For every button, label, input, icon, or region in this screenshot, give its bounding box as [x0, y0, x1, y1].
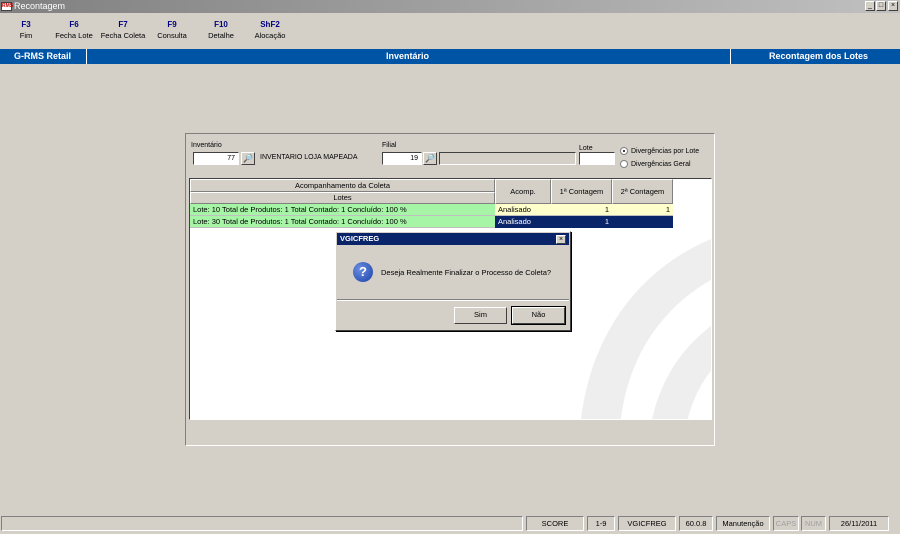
dialog-close-icon[interactable]: × [556, 235, 566, 244]
inventario-label: Inventário [191, 142, 222, 149]
status-program: VGICFREG [618, 516, 676, 531]
table-row-lote[interactable]: Lote: 10 Total de Produtos: 1 Total Cont… [190, 204, 495, 216]
dialog-message: Deseja Realmente Finalizar o Processo de… [381, 268, 552, 277]
table-row-c1[interactable]: 1 [551, 216, 612, 228]
app-icon: RMS [1, 2, 14, 11]
function-key-toolbar: F3 Fim F6 Fecha Lote F7 Fecha Coleta F9 … [0, 16, 900, 46]
toolbar-label: Fecha Lote [55, 31, 93, 40]
radio-divergencias-por-lote[interactable]: Divergências por Lote [620, 147, 699, 155]
dialog-title-bar: VGICFREG × [337, 233, 569, 245]
header-divider [730, 49, 731, 64]
status-message [1, 516, 523, 531]
col-header-1-contagem[interactable]: 1ª Contagem [551, 179, 612, 204]
question-icon: ? [353, 262, 373, 282]
toolbar-detalhe[interactable]: F10 Detalhe [202, 20, 240, 40]
toolbar-label: Alocação [254, 31, 286, 40]
toolbar-label: Fecha Coleta [100, 31, 146, 40]
toolbar-fim[interactable]: F3 Fim [14, 20, 38, 40]
toolbar-alocacao[interactable]: ShF2 Alocação [251, 20, 289, 40]
toolbar-fecha-lote[interactable]: F6 Fecha Lote [51, 20, 97, 40]
col-header-2-contagem[interactable]: 2ª Contagem [612, 179, 673, 204]
binoculars-icon[interactable]: 🔎 [241, 152, 255, 165]
grid-group-header: Acompanhamento da Coleta [190, 179, 495, 192]
binoculars-icon[interactable]: 🔎 [423, 152, 437, 165]
filial-field[interactable]: 19 [382, 152, 422, 165]
header-divider [86, 49, 87, 64]
toolbar-label: Consulta [157, 31, 187, 40]
status-version: 60.0.8 [679, 516, 713, 531]
toolbar-key: F10 [214, 20, 228, 29]
module-header: G-RMS Retail Inventário Recontagem dos L… [0, 49, 900, 64]
title-bar: RMS Recontagem _ □ × [0, 0, 900, 13]
lote-field[interactable] [579, 152, 615, 165]
table-row-c2[interactable] [612, 216, 673, 228]
status-score: SCORE [526, 516, 584, 531]
table-row-lote[interactable]: Lote: 30 Total de Produtos: 1 Total Cont… [190, 216, 495, 228]
toolbar-key: F9 [167, 20, 177, 29]
dialog-title: VGICFREG [340, 234, 380, 243]
restore-button[interactable]: □ [876, 1, 886, 11]
col-header-lotes[interactable]: Lotes [190, 192, 495, 204]
table-row-c2[interactable]: 1 [612, 204, 673, 216]
col-header-acomp[interactable]: Acomp. [495, 179, 551, 204]
radio-label: Divergências Geral [631, 160, 691, 168]
status-date: 26/11/2011 [829, 516, 889, 531]
minimize-button[interactable]: _ [865, 1, 875, 11]
filial-label: Filial [382, 142, 397, 149]
no-button[interactable]: Não [511, 306, 566, 325]
radio-label: Divergências por Lote [631, 147, 700, 155]
toolbar-label: Detalhe [208, 31, 234, 40]
table-row-acomp[interactable]: Analisado [495, 216, 551, 228]
status-num: NUM [801, 516, 826, 531]
yes-button[interactable]: Sim [454, 307, 507, 324]
toolbar-label: Fim [19, 31, 33, 40]
close-button[interactable]: × [888, 1, 898, 11]
lote-label: Lote [579, 145, 593, 152]
toolbar-fecha-coleta[interactable]: F7 Fecha Coleta [98, 20, 148, 40]
inventario-description: INVENTARIO LOJA MAPEADA [257, 152, 377, 165]
dialog-divider [337, 299, 569, 301]
radio-divergencias-geral[interactable]: Divergências Geral [620, 160, 691, 168]
toolbar-key: F6 [69, 20, 79, 29]
status-mode: Manutenção [716, 516, 770, 531]
table-row-acomp[interactable]: Analisado [495, 204, 551, 216]
toolbar-key: ShF2 [260, 20, 280, 29]
toolbar-key: F7 [118, 20, 128, 29]
confirm-dialog: VGICFREG × ? Deseja Realmente Finalizar … [335, 231, 571, 331]
header-screen: Recontagem dos Lotes [769, 51, 869, 61]
status-caps: CAPS [773, 516, 799, 531]
toolbar-key: F3 [21, 20, 31, 29]
status-bar: SCORE 1-9 VGICFREG 60.0.8 Manutenção CAP… [0, 515, 900, 532]
toolbar-consulta[interactable]: F9 Consulta [153, 20, 191, 40]
window-title: Recontagem [14, 1, 66, 11]
status-range: 1-9 [587, 516, 615, 531]
filial-description [439, 152, 576, 165]
inventario-field[interactable]: 77 [193, 152, 239, 165]
table-row-c1[interactable]: 1 [551, 204, 612, 216]
radio-unselected-icon [620, 160, 628, 168]
header-module: Inventário [386, 51, 430, 61]
header-system: G-RMS Retail [14, 51, 72, 61]
radio-selected-icon [620, 147, 628, 155]
